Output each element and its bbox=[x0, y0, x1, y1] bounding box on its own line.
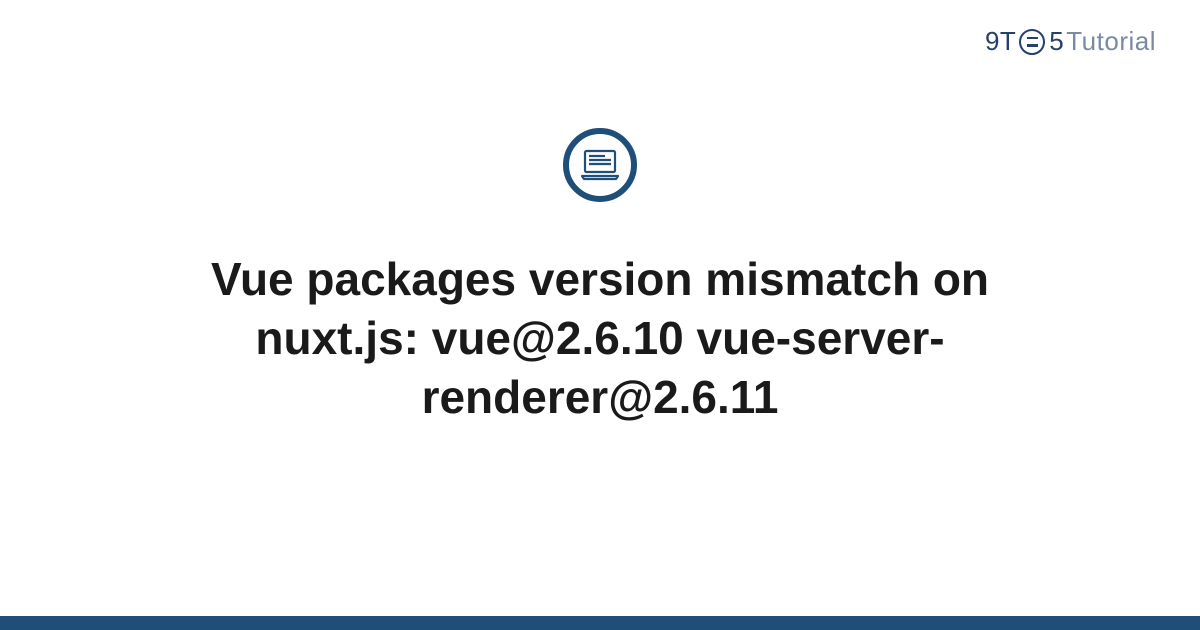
logo-text-tutorial: Tutorial bbox=[1066, 26, 1156, 57]
logo-circle-icon bbox=[1019, 29, 1045, 55]
logo-text-right: 5 bbox=[1049, 26, 1064, 57]
logo-text-left: 9T bbox=[985, 26, 1016, 57]
bottom-accent-bar bbox=[0, 616, 1200, 630]
page-title: Vue packages version mismatch on nuxt.js… bbox=[120, 250, 1080, 427]
laptop-icon bbox=[563, 128, 637, 202]
main-content: Vue packages version mismatch on nuxt.js… bbox=[0, 128, 1200, 427]
site-logo: 9T 5 Tutorial bbox=[985, 26, 1156, 57]
